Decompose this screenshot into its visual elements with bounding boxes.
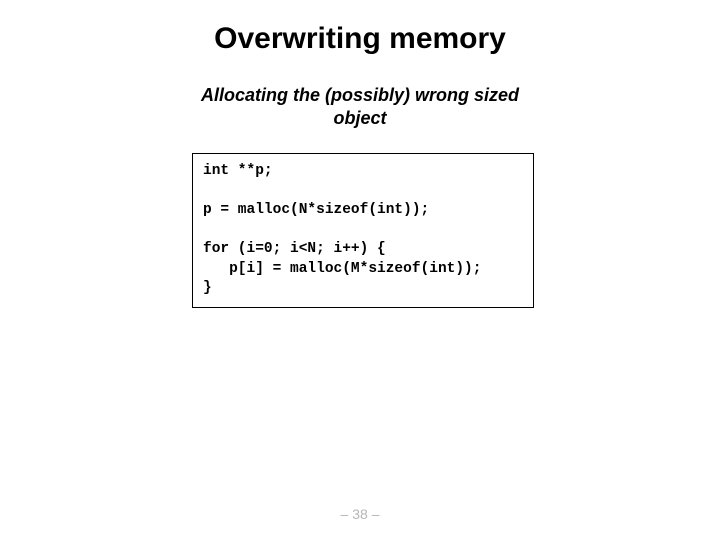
slide-subtitle: Allocating the (possibly) wrong sized ob… [180, 84, 540, 129]
code-block: int **p; p = malloc(N*sizeof(int)); for … [192, 153, 534, 308]
slide-title: Overwriting memory [0, 0, 720, 56]
slide: Overwriting memory Allocating the (possi… [0, 0, 720, 540]
page-number: – 38 – [0, 506, 720, 522]
